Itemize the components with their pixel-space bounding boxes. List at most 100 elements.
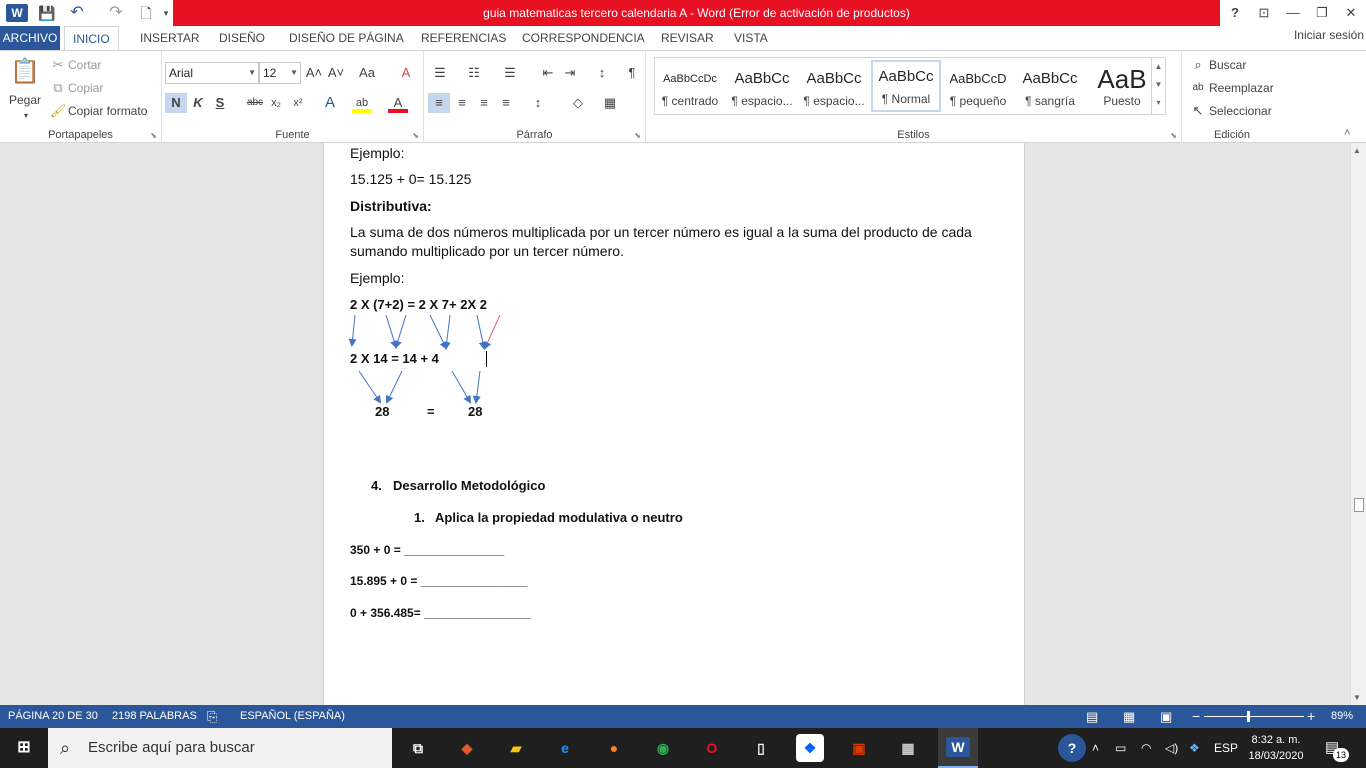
app-icon-1[interactable]: ◆ bbox=[453, 734, 481, 762]
help-tray-icon[interactable]: ? bbox=[1058, 734, 1086, 762]
replace-button[interactable]: Reemplazar bbox=[1209, 81, 1274, 95]
customize-qat-icon[interactable]: ▾ bbox=[160, 3, 172, 23]
close-button[interactable]: ✕ bbox=[1336, 0, 1366, 26]
task-view-icon[interactable]: ⧉ bbox=[404, 734, 432, 762]
style-espacio-1[interactable]: AaBbCc ¶ espacio... bbox=[727, 64, 797, 116]
align-left-button[interactable]: ≡ bbox=[428, 93, 450, 113]
font-launcher-icon[interactable]: ⬊ bbox=[412, 131, 419, 140]
web-layout-icon[interactable]: ▣ bbox=[1160, 705, 1172, 728]
line-spacing-icon[interactable]: ↕ bbox=[528, 93, 548, 113]
highlight-color-icon[interactable]: ab bbox=[352, 93, 372, 113]
tab-revisar[interactable]: REVISAR bbox=[653, 26, 722, 50]
help-button[interactable]: ? bbox=[1220, 0, 1250, 26]
font-color-icon[interactable]: A bbox=[388, 93, 408, 113]
wifi-icon[interactable]: ◠ bbox=[1141, 728, 1151, 768]
bullets-icon[interactable]: ☰ bbox=[430, 63, 450, 83]
chrome-icon[interactable]: ◉ bbox=[649, 734, 677, 762]
new-document-icon[interactable]: 🗋 bbox=[135, 3, 157, 23]
format-painter-button[interactable]: Copiar formato bbox=[68, 104, 147, 118]
zoom-out-button[interactable]: − bbox=[1192, 705, 1200, 728]
zoom-slider-thumb[interactable] bbox=[1247, 711, 1250, 722]
redo-icon[interactable]: ↷ bbox=[105, 3, 127, 23]
clear-formatting-icon[interactable]: A bbox=[396, 63, 416, 83]
paste-button[interactable]: Pegar bbox=[9, 93, 41, 107]
paste-icon[interactable]: 📋 bbox=[10, 57, 40, 87]
tab-diseno[interactable]: DISEÑO bbox=[211, 26, 273, 50]
save-icon[interactable]: 💾 bbox=[36, 3, 58, 23]
superscript-button[interactable]: x² bbox=[288, 93, 308, 113]
underline-button[interactable]: S bbox=[210, 93, 230, 113]
sort-icon[interactable]: ↕ bbox=[592, 63, 612, 83]
style-centrado[interactable]: AaBbCcDc ¶ centrado bbox=[655, 64, 725, 116]
collapse-ribbon-icon[interactable]: ˄ bbox=[1344, 127, 1350, 139]
document-icon[interactable]: ▯ bbox=[747, 734, 775, 762]
tab-archivo[interactable]: ARCHIVO bbox=[0, 26, 60, 50]
scroll-down-icon[interactable]: ▼ bbox=[1353, 693, 1361, 702]
sign-in-link[interactable]: Iniciar sesión bbox=[1294, 28, 1364, 42]
bold-button[interactable]: N bbox=[165, 93, 187, 113]
borders-icon[interactable]: ▦ bbox=[600, 93, 620, 113]
tab-insertar[interactable]: INSERTAR bbox=[132, 26, 208, 50]
print-layout-icon[interactable]: ▦ bbox=[1123, 705, 1135, 728]
opera-icon[interactable]: O bbox=[698, 734, 726, 762]
change-case-icon[interactable]: Aa bbox=[354, 63, 380, 83]
style-espacio-2[interactable]: AaBbCc ¶ espacio... bbox=[799, 64, 869, 116]
decrease-indent-icon[interactable]: ⇤ bbox=[538, 63, 558, 83]
shrink-font-icon[interactable]: A˅ bbox=[326, 63, 346, 83]
styles-launcher-icon[interactable]: ⬊ bbox=[1170, 131, 1177, 140]
undo-icon[interactable]: ↶ bbox=[66, 3, 88, 23]
clipboard-launcher-icon[interactable]: ⬊ bbox=[150, 131, 157, 140]
styles-scroll[interactable]: ▲ ▼ ▾ bbox=[1151, 58, 1165, 114]
scroll-up-icon[interactable]: ▲ bbox=[1353, 146, 1361, 155]
tab-inicio[interactable]: INICIO bbox=[64, 26, 119, 50]
language-status[interactable]: ESPAÑOL (ESPAÑA) bbox=[240, 705, 345, 728]
read-mode-icon[interactable]: ▤ bbox=[1086, 705, 1098, 728]
word-count[interactable]: 2198 PALABRAS bbox=[112, 705, 197, 728]
tab-vista[interactable]: VISTA bbox=[726, 26, 776, 50]
tab-correspondencia[interactable]: CORRESPONDENCIA bbox=[514, 26, 653, 50]
shading-icon[interactable]: ◇ bbox=[568, 93, 588, 113]
zoom-slider[interactable] bbox=[1204, 716, 1304, 717]
scroll-thumb[interactable] bbox=[1354, 498, 1364, 512]
volume-icon[interactable]: ◁) bbox=[1165, 728, 1178, 768]
word-taskbar-icon[interactable]: W bbox=[938, 728, 978, 768]
style-puesto[interactable]: AaB Puesto bbox=[1087, 64, 1157, 116]
clock[interactable]: 8:32 a. m. 18/03/2020 bbox=[1246, 732, 1306, 764]
vertical-scrollbar[interactable]: ▲ ▼ bbox=[1350, 143, 1366, 705]
center-button[interactable]: ≡ bbox=[452, 93, 472, 113]
numbering-icon[interactable]: ☷ bbox=[464, 63, 484, 83]
tab-referencias[interactable]: REFERENCIAS bbox=[413, 26, 514, 50]
style-normal[interactable]: AaBbCc ¶ Normal bbox=[871, 60, 941, 112]
windows-start-icon[interactable]: ⊞ bbox=[10, 734, 38, 762]
firefox-icon[interactable]: ● bbox=[600, 734, 628, 762]
proofing-icon[interactable]: ⎘ bbox=[207, 705, 217, 728]
maximize-button[interactable]: ❐ bbox=[1307, 0, 1337, 26]
paste-dropdown-icon[interactable]: ▾ bbox=[24, 111, 28, 120]
tab-diseno-pagina[interactable]: DISEÑO DE PÁGINA bbox=[281, 26, 412, 50]
copy-button[interactable]: Copiar bbox=[68, 81, 103, 95]
language-indicator[interactable]: ESP bbox=[1214, 728, 1238, 768]
minimize-button[interactable]: — bbox=[1278, 0, 1308, 26]
app-icon-2[interactable]: ▦ bbox=[894, 734, 922, 762]
find-button[interactable]: Buscar bbox=[1209, 58, 1246, 72]
file-explorer-icon[interactable]: ▰ bbox=[502, 734, 530, 762]
subscript-button[interactable]: x₂ bbox=[266, 93, 286, 113]
page-count[interactable]: PÁGINA 20 DE 30 bbox=[8, 705, 98, 728]
dropbox-icon[interactable]: ❖ bbox=[796, 734, 824, 762]
align-right-button[interactable]: ≡ bbox=[474, 93, 494, 113]
paragraph-launcher-icon[interactable]: ⬊ bbox=[634, 131, 641, 140]
justify-button[interactable]: ≡ bbox=[496, 93, 516, 113]
ribbon-display-options-button[interactable]: ⊡ bbox=[1249, 0, 1279, 26]
strikethrough-button[interactable]: abc bbox=[244, 93, 266, 113]
taskbar-search-input[interactable]: ⌕ Escribe aquí para buscar bbox=[48, 728, 392, 768]
font-family-select[interactable]: Arial ▼ bbox=[165, 62, 259, 84]
style-sangria[interactable]: AaBbCc ¶ sangría bbox=[1015, 64, 1085, 116]
multilevel-list-icon[interactable]: ☰ bbox=[500, 63, 520, 83]
select-button[interactable]: Seleccionar bbox=[1209, 104, 1272, 118]
document-page[interactable]: Ejemplo: 15.125 + 0= 15.125 Distributiva… bbox=[323, 143, 1025, 705]
increase-indent-icon[interactable]: ⇥ bbox=[560, 63, 580, 83]
show-marks-icon[interactable]: ¶ bbox=[622, 63, 642, 83]
italic-button[interactable]: K bbox=[188, 93, 208, 113]
edge-icon[interactable]: e bbox=[551, 734, 579, 762]
show-hidden-icons-icon[interactable]: ˄ bbox=[1092, 728, 1099, 768]
